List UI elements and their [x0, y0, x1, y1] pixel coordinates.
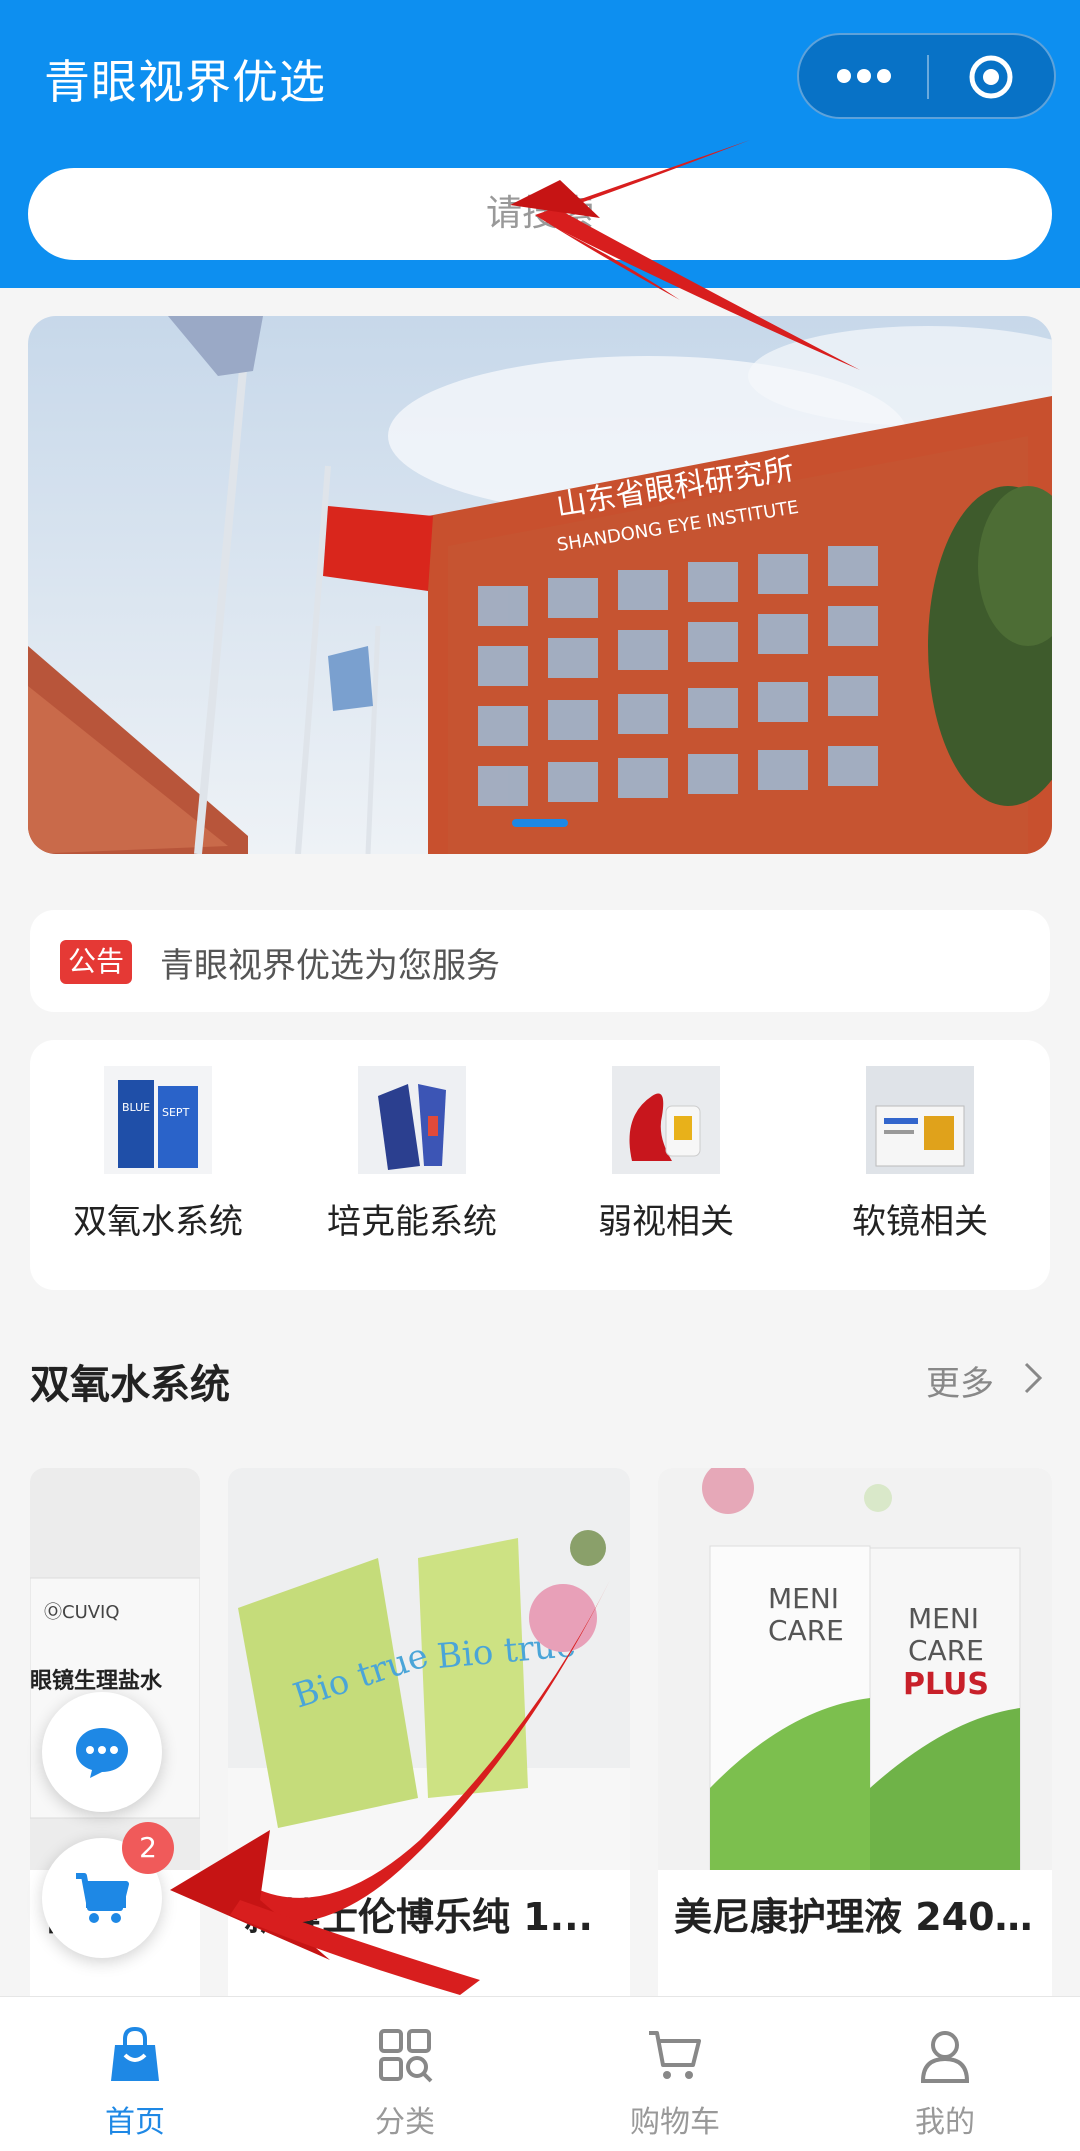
tab-label: 首页 [105, 2105, 165, 2140]
tab-category[interactable]: 分类 [270, 1997, 540, 2151]
category-image [866, 1066, 974, 1174]
product-title: 美尼康护理液 240... [674, 1895, 1036, 1939]
target-icon[interactable] [967, 53, 1015, 101]
svg-text:ⓄCUVIQ: ⓄCUVIQ [44, 1602, 120, 1623]
product-image: MENI CARE MENI CARE PLUS [658, 1468, 1052, 1870]
svg-text:SEPT: SEPT [162, 1106, 190, 1119]
tab-label: 分类 [375, 2105, 435, 2140]
category-label: 培克能系统 [327, 1202, 497, 1242]
svg-text:PLUS: PLUS [903, 1667, 989, 1702]
category-image [612, 1066, 720, 1174]
more-link[interactable]: 更多 [926, 1356, 994, 1405]
product-card[interactable]: MENI CARE MENI CARE PLUS 美尼康护理液 240... [658, 1468, 1052, 2028]
product-image: Bio true Bio true [228, 1468, 630, 1870]
svg-text:CARE: CARE [908, 1634, 984, 1667]
cart-icon [649, 2031, 701, 2079]
svg-text:眼镜生理盐水: 眼镜生理盐水 [30, 1668, 163, 1694]
notice-text: 青眼视界优选为您服务 [160, 946, 500, 986]
tab-label: 我的 [915, 2105, 975, 2140]
banner-carousel[interactable]: 山东省眼科研究所 SHANDONG EYE INSTITUTE [28, 316, 1052, 854]
category-image [358, 1066, 466, 1174]
category-item[interactable]: BLUE SEPT 双氧水系统 [58, 1066, 258, 1266]
capsule-divider [927, 55, 929, 99]
svg-text:MENI: MENI [768, 1582, 839, 1615]
category-grid: BLUE SEPT 双氧水系统 培克能系统 弱视相关 软镜相关 [30, 1040, 1050, 1290]
chat-bubble-icon [76, 1728, 128, 1778]
chat-button[interactable] [42, 1692, 162, 1812]
cart-icon [76, 1873, 129, 1923]
chevron-right-icon[interactable] [1018, 1360, 1048, 1396]
top-header: 青眼视界优选 请搜索 [0, 0, 1080, 288]
svg-text:MENI: MENI [908, 1602, 979, 1635]
category-label: 软镜相关 [852, 1202, 988, 1242]
svg-text:CARE: CARE [768, 1614, 844, 1647]
svg-text:BLUE: BLUE [122, 1101, 150, 1114]
tab-cart[interactable]: 购物车 [540, 1997, 810, 2151]
search-input[interactable]: 请搜索 [28, 168, 1052, 260]
banner-image: 山东省眼科研究所 SHANDONG EYE INSTITUTE [28, 316, 1052, 854]
section-title: 双氧水系统 [30, 1362, 230, 1408]
tab-label: 购物车 [630, 2105, 720, 2140]
notice-badge: 公告 [60, 940, 132, 984]
product-title: 新博士伦博乐纯 1... [244, 1895, 593, 1939]
carousel-indicator [512, 819, 568, 827]
tab-profile[interactable]: 我的 [810, 1997, 1080, 2151]
miniprogram-capsule [797, 33, 1056, 119]
cart-count-badge: 2 [122, 1822, 174, 1874]
category-grid-icon [379, 2029, 433, 2083]
notice-bar[interactable]: 公告 青眼视界优选为您服务 [30, 910, 1050, 1012]
category-image: BLUE SEPT [104, 1066, 212, 1174]
product-card[interactable]: Bio true Bio true 新博士伦博乐纯 1... [228, 1468, 630, 2028]
category-item[interactable]: 软镜相关 [820, 1066, 1020, 1266]
app-title: 青眼视界优选 [44, 55, 326, 109]
category-label: 双氧水系统 [73, 1202, 243, 1242]
shopping-bag-icon [111, 2026, 159, 2081]
user-icon [920, 2031, 970, 2083]
category-item[interactable]: 弱视相关 [566, 1066, 766, 1266]
bottom-tab-bar: 首页 分类 购物车 我的 [0, 1996, 1080, 2151]
more-dots-icon[interactable] [837, 67, 891, 87]
category-label: 弱视相关 [598, 1202, 734, 1242]
tab-home[interactable]: 首页 [0, 1997, 270, 2151]
category-item[interactable]: 培克能系统 [312, 1066, 512, 1266]
